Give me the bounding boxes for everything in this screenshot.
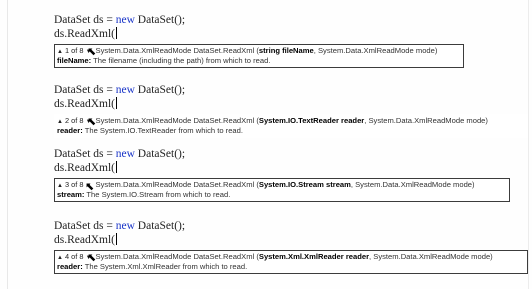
tooltip-signature: ▲ 4 of 8 ▼ System.Data.XmlReadMode DataSe… [57, 252, 524, 262]
current-parameter: System.IO.TextReader reader [258, 116, 365, 125]
signature-text: System.Data.XmlReadMode DataSet.ReadXml … [95, 252, 259, 261]
code-text: ds.ReadXml( [54, 234, 116, 246]
signature-text: System.Data.XmlReadMode DataSet.ReadXml … [95, 180, 259, 189]
signature-text: , System.Data.XmlReadMode mode) [369, 252, 493, 261]
code-text: DataSet ds = [54, 220, 116, 232]
parameter-info-tooltip: ▲ 2 of 8 ▼ System.Data.XmlReadMode DataSe… [54, 114, 528, 138]
parameter-description: The System.Xml.XmlReader from which to r… [82, 262, 248, 271]
tooltip-parameter-description: reader: The System.IO.TextReader from wh… [57, 126, 524, 136]
current-parameter: System.Xml.XmlReader reader [258, 252, 370, 261]
signature-text: , System.Data.XmlReadMode mode) [313, 46, 438, 55]
keyword-new: new [115, 14, 135, 26]
code-text: DataSet(); [134, 14, 186, 26]
signature-text: System.Data.XmlReadMode DataSet.ReadXml … [95, 46, 259, 55]
current-parameter: System.IO.Stream stream [258, 180, 351, 189]
tooltip-signature: ▲ 1 of 8 ▼ System.Data.XmlReadMode DataSe… [57, 46, 460, 56]
gutter-divider [7, 0, 8, 289]
parameter-name: stream: [57, 190, 85, 199]
previous-overload-icon[interactable]: ▲ [57, 181, 63, 190]
code-snippet-1: DataSet ds = new DataSet(); ds.ReadXml( … [54, 13, 464, 68]
signature-text: System.Data.XmlReadMode DataSet.ReadXml … [95, 116, 259, 125]
overload-counter: 3 of 8 [65, 180, 84, 189]
code-line-call[interactable]: ds.ReadXml( [54, 161, 510, 175]
right-divider [528, 0, 529, 289]
parameter-description: The System.IO.Stream from which to read. [84, 190, 231, 199]
signature-text: , System.Data.XmlReadMode mode) [364, 116, 488, 125]
text-caret [116, 233, 118, 245]
code-text: ds.ReadXml( [54, 28, 116, 40]
mouse-pointer-icon: ⬉ [85, 181, 95, 193]
previous-overload-icon[interactable]: ▲ [57, 47, 63, 56]
code-text: DataSet ds = [54, 14, 116, 26]
current-parameter: string fileName [258, 46, 314, 55]
parameter-info-tooltip: ▲ 4 of 8 ▼ System.Data.XmlReadMode DataSe… [54, 250, 528, 274]
parameter-name: reader: [57, 262, 83, 271]
overload-counter: 4 of 8 [65, 252, 84, 261]
tooltip-parameter-description: stream: The System.IO.Stream from which … [57, 190, 506, 200]
code-text: ds.ReadXml( [54, 98, 116, 110]
code-text: DataSet(); [134, 220, 186, 232]
code-text: ds.ReadXml( [54, 162, 116, 174]
tooltip-signature: ▲ 2 of 8 ▼ System.Data.XmlReadMode DataSe… [57, 116, 524, 126]
mouse-pointer-icon: ⬉ [87, 252, 97, 264]
previous-overload-icon[interactable]: ▲ [57, 253, 63, 262]
code-text: DataSet(); [134, 84, 186, 96]
text-caret [116, 27, 118, 39]
text-caret [116, 161, 118, 173]
parameter-info-tooltip: ▲ 3 of 8 ▼ System.Data.XmlReadMode DataSe… [54, 178, 510, 202]
code-line-declaration[interactable]: DataSet ds = new DataSet(); [54, 13, 464, 27]
code-snippet-3: DataSet ds = new DataSet(); ds.ReadXml( … [54, 147, 510, 202]
overload-counter: 1 of 8 [65, 46, 84, 55]
mouse-pointer-icon: ⬉ [87, 116, 97, 128]
code-line-declaration[interactable]: DataSet ds = new DataSet(); [54, 219, 528, 233]
code-snippet-2: DataSet ds = new DataSet(); ds.ReadXml( … [54, 83, 528, 138]
signature-text: , System.Data.XmlReadMode mode) [350, 180, 475, 189]
parameter-description: The System.IO.TextReader from which to r… [82, 126, 243, 135]
keyword-new: new [115, 148, 135, 160]
parameter-description: The filename (including the path) from w… [91, 56, 271, 65]
tooltip-parameter-description: reader: The System.Xml.XmlReader from wh… [57, 262, 524, 272]
keyword-new: new [115, 84, 135, 96]
tooltip-signature: ▲ 3 of 8 ▼ System.Data.XmlReadMode DataSe… [57, 180, 506, 190]
text-caret [116, 97, 118, 109]
code-line-declaration[interactable]: DataSet ds = new DataSet(); [54, 83, 528, 97]
parameter-name: reader: [57, 126, 83, 135]
code-line-call[interactable]: ds.ReadXml( [54, 27, 464, 41]
code-line-declaration[interactable]: DataSet ds = new DataSet(); [54, 147, 510, 161]
previous-overload-icon[interactable]: ▲ [57, 117, 63, 126]
code-text: DataSet(); [134, 148, 186, 160]
keyword-new: new [115, 220, 135, 232]
tooltip-parameter-description: fileName: The filename (including the pa… [57, 56, 460, 66]
code-text: DataSet ds = [54, 84, 116, 96]
code-snippet-4: DataSet ds = new DataSet(); ds.ReadXml( … [54, 219, 528, 274]
code-line-call[interactable]: ds.ReadXml( [54, 233, 528, 247]
overload-counter: 2 of 8 [65, 116, 84, 125]
parameter-info-tooltip: ▲ 1 of 8 ▼ System.Data.XmlReadMode DataSe… [54, 44, 464, 68]
code-line-call[interactable]: ds.ReadXml( [54, 97, 528, 111]
mouse-pointer-icon: ⬉ [87, 46, 97, 58]
editor-screenshot: DataSet ds = new DataSet(); ds.ReadXml( … [0, 0, 532, 289]
code-text: DataSet ds = [54, 148, 116, 160]
